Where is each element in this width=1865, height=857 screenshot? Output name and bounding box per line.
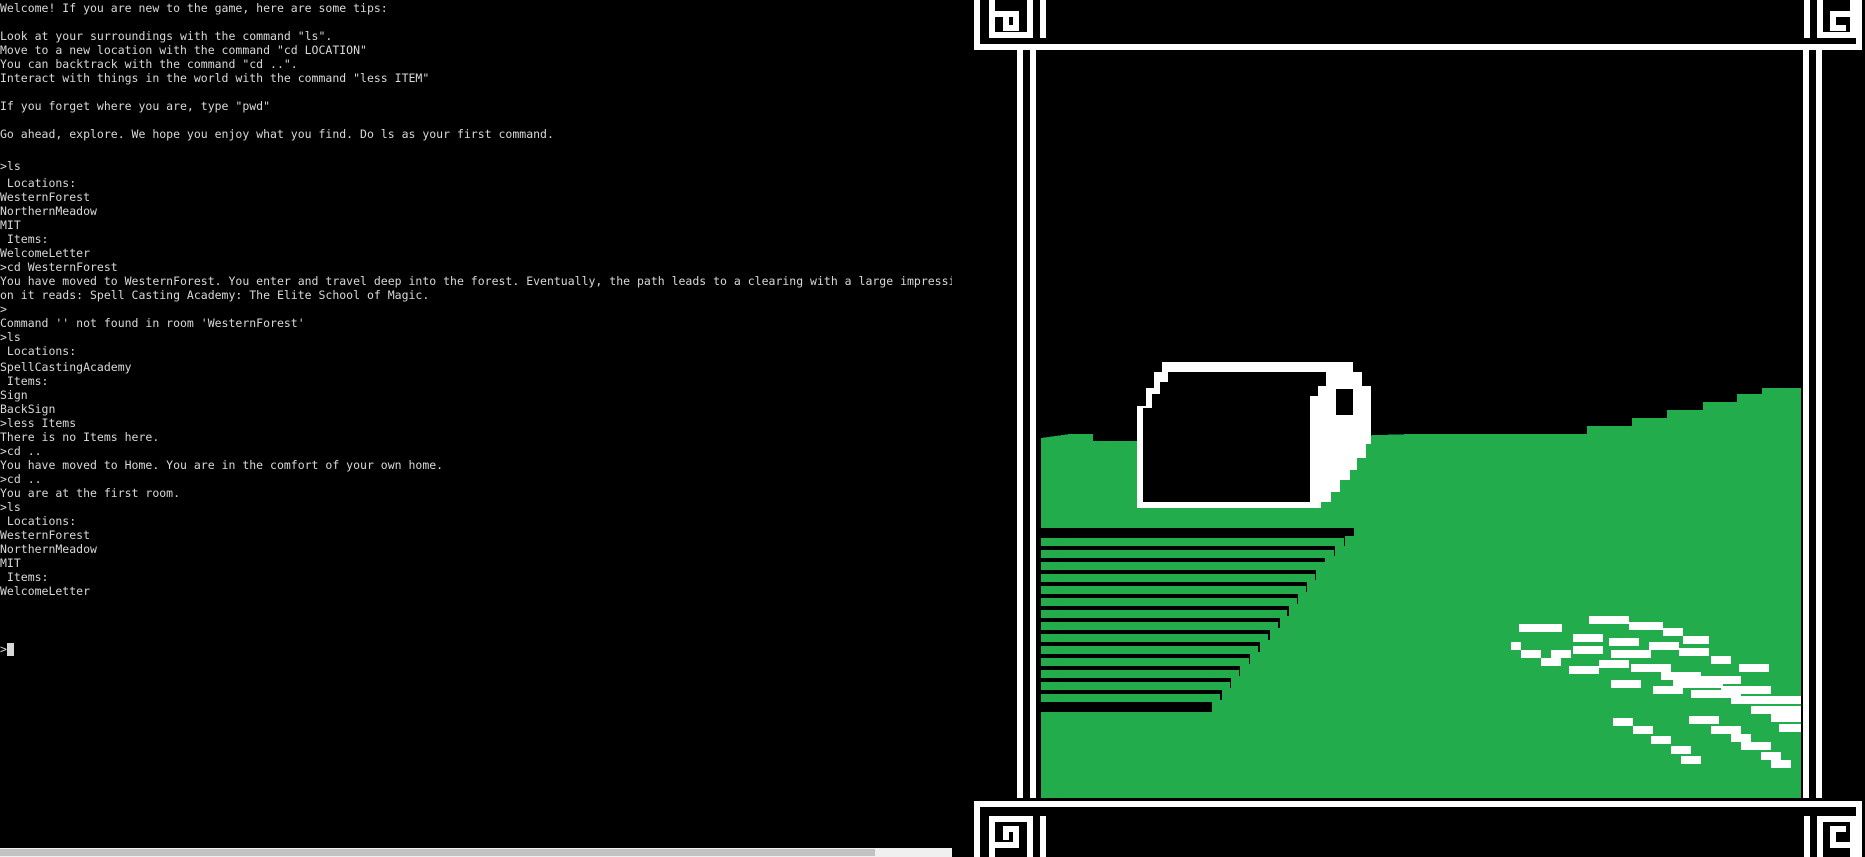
terminal-line: Sign bbox=[0, 388, 28, 402]
terminal-line: Locations: bbox=[0, 344, 77, 358]
terminal-line: Look at your surroundings with the comma… bbox=[0, 29, 333, 43]
terminal-line: > bbox=[0, 302, 7, 316]
terminal-line: Items: bbox=[0, 570, 49, 584]
terminal-line: WesternForest bbox=[0, 528, 91, 542]
terminal-line: You are at the first room. bbox=[0, 486, 181, 500]
terminal-line: BackSign bbox=[0, 402, 56, 416]
terminal-line: >less Items bbox=[0, 416, 77, 430]
terminal-line: Locations: bbox=[0, 514, 77, 528]
terminal-line: >ls bbox=[0, 159, 21, 173]
terminal-line: on it reads: Spell Casting Academy: The … bbox=[0, 288, 430, 302]
command-prompt[interactable]: > bbox=[0, 642, 14, 656]
terminal-line: Go ahead, explore. We hope you enjoy wha… bbox=[0, 127, 554, 141]
terminal-line: You have moved to Home. You are in the c… bbox=[0, 458, 444, 472]
terminal-line: You can backtrack with the command "cd .… bbox=[0, 57, 298, 71]
terminal-line: Interact with things in the world with t… bbox=[0, 71, 430, 85]
app-window: Welcome! If you are new to the game, her… bbox=[0, 0, 1865, 857]
terminal-line: Command '' not found in room 'WesternFor… bbox=[0, 316, 305, 330]
terminal-line: WelcomeLetter bbox=[0, 246, 91, 260]
terminal-line: Items: bbox=[0, 374, 49, 388]
terminal-line: >cd WesternForest bbox=[0, 260, 118, 274]
terminal-line: >ls bbox=[0, 330, 21, 344]
terminal-line: MIT bbox=[0, 556, 21, 570]
text-cursor bbox=[6, 643, 14, 656]
prompt-symbol: > bbox=[0, 642, 7, 656]
terminal-line: >cd .. bbox=[0, 444, 42, 458]
terminal-line: MIT bbox=[0, 218, 21, 232]
terminal-line: SpellCastingAcademy bbox=[0, 360, 132, 374]
terminal-line: NorthernMeadow bbox=[0, 542, 97, 556]
horizontal-scrollbar[interactable] bbox=[0, 848, 952, 857]
terminal-line: >ls bbox=[0, 500, 21, 514]
terminal-line: You have moved to WesternForest. You ent… bbox=[0, 274, 952, 288]
terminal-line: If you forget where you are, type "pwd" bbox=[0, 99, 271, 113]
terminal-line: Welcome! If you are new to the game, her… bbox=[0, 1, 388, 15]
terminal-line: >cd .. bbox=[0, 472, 42, 486]
terminal-line: WesternForest bbox=[0, 190, 91, 204]
terminal-line: NorthernMeadow bbox=[0, 204, 97, 218]
terminal-line: WelcomeLetter bbox=[0, 584, 91, 598]
terminal-output[interactable]: Welcome! If you are new to the game, her… bbox=[0, 0, 952, 848]
terminal-line: Move to a new location with the command … bbox=[0, 43, 367, 57]
terminal-line: Items: bbox=[0, 232, 49, 246]
scene-illustration bbox=[971, 0, 1865, 857]
scrollbar-thumb[interactable] bbox=[0, 849, 875, 856]
terminal-line: Locations: bbox=[0, 176, 77, 190]
terminal-line: There is no Items here. bbox=[0, 430, 160, 444]
